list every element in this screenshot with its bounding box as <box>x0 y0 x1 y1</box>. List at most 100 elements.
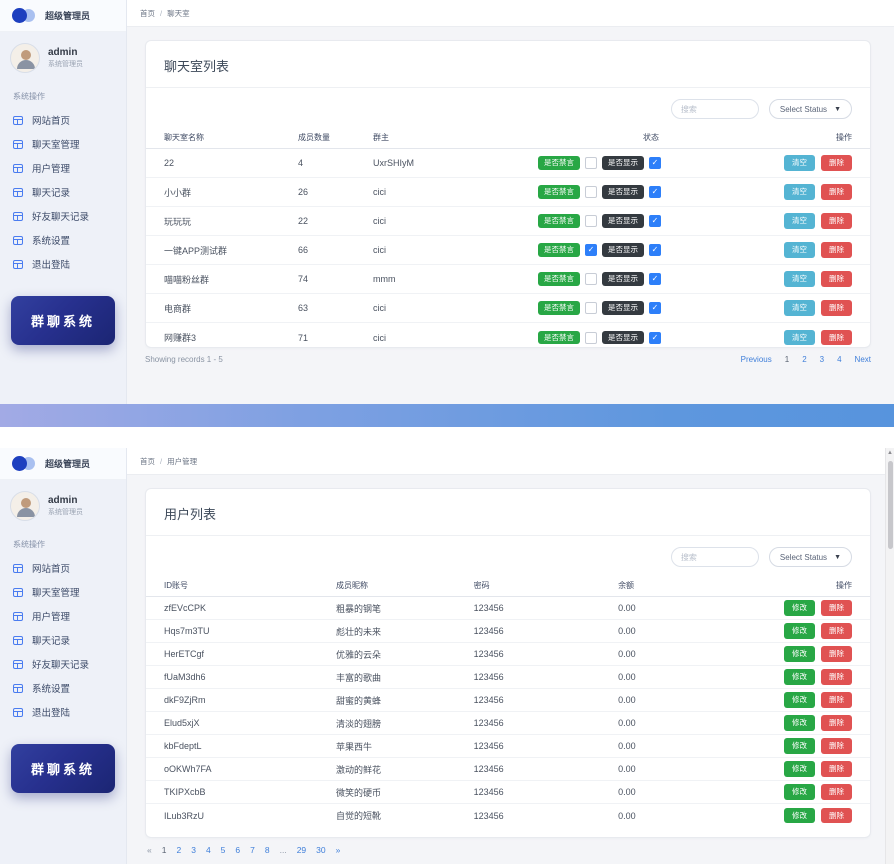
edit-button[interactable]: 修改 <box>784 669 815 685</box>
show-checkbox[interactable] <box>649 215 661 227</box>
page-7[interactable]: 7 <box>250 845 255 855</box>
mute-checkbox[interactable] <box>585 332 597 344</box>
clear-button[interactable]: 清空 <box>784 271 815 287</box>
edit-button[interactable]: 修改 <box>784 761 815 777</box>
delete-button[interactable]: 删除 <box>821 715 852 731</box>
show-checkbox[interactable] <box>649 273 661 285</box>
sidebar-item-user-mgmt[interactable]: 用户管理 <box>0 604 126 628</box>
show-badge: 是否显示 <box>602 331 644 345</box>
page-last[interactable]: » <box>336 845 341 855</box>
mute-checkbox[interactable] <box>585 302 597 314</box>
search-input[interactable] <box>671 99 759 119</box>
clear-button[interactable]: 清空 <box>784 184 815 200</box>
page-next[interactable]: Next <box>855 355 871 364</box>
breadcrumb-home[interactable]: 首页 <box>140 8 155 19</box>
mute-badge: 是否禁言 <box>538 272 580 286</box>
page-previous[interactable]: Previous <box>741 355 772 364</box>
edit-button[interactable]: 修改 <box>784 623 815 639</box>
edit-button[interactable]: 修改 <box>784 692 815 708</box>
sidebar-item-user-mgmt[interactable]: 用户管理 <box>0 156 126 180</box>
show-checkbox[interactable] <box>649 302 661 314</box>
room-name: 一键APP测试群 <box>164 244 298 257</box>
sidebar-item-logout[interactable]: 退出登陆 <box>0 252 126 276</box>
page-2[interactable]: 2 <box>802 355 806 364</box>
delete-button[interactable]: 删除 <box>821 692 852 708</box>
show-checkbox[interactable] <box>649 244 661 256</box>
sidebar-item-home[interactable]: 网站首页 <box>0 108 126 132</box>
page-3[interactable]: 3 <box>191 845 196 855</box>
room-owner: cici <box>373 187 538 197</box>
page-4[interactable]: 4 <box>206 845 211 855</box>
sidebar-item-friend-chat-records[interactable]: 好友聊天记录 <box>0 204 126 228</box>
show-checkbox[interactable] <box>649 332 661 344</box>
sidebar-item-chat-records[interactable]: 聊天记录 <box>0 180 126 204</box>
breadcrumb-home[interactable]: 首页 <box>140 456 155 467</box>
edit-button[interactable]: 修改 <box>784 808 815 824</box>
delete-button[interactable]: 删除 <box>821 213 852 229</box>
delete-button[interactable]: 删除 <box>821 808 852 824</box>
clear-button[interactable]: 清空 <box>784 300 815 316</box>
status-filter-select[interactable]: Select Status ▼ <box>769 547 852 567</box>
mute-checkbox[interactable] <box>585 157 597 169</box>
edit-button[interactable]: 修改 <box>784 600 815 616</box>
scrollbar[interactable]: ▲ <box>885 448 894 864</box>
sidebar-item-chatroom-mgmt[interactable]: 聊天室管理 <box>0 580 126 604</box>
page-5[interactable]: 5 <box>221 845 226 855</box>
sidebar-item-logout[interactable]: 退出登陆 <box>0 700 126 724</box>
page-8[interactable]: 8 <box>265 845 270 855</box>
edit-button[interactable]: 修改 <box>784 784 815 800</box>
clear-button[interactable]: 清空 <box>784 213 815 229</box>
search-input[interactable] <box>671 547 759 567</box>
delete-button[interactable]: 删除 <box>821 271 852 287</box>
page-3[interactable]: 3 <box>820 355 824 364</box>
scrollbar-thumb[interactable] <box>888 461 893 549</box>
delete-button[interactable]: 删除 <box>821 184 852 200</box>
sidebar-item-settings[interactable]: 系统设置 <box>0 228 126 252</box>
member-count: 63 <box>298 303 373 313</box>
mute-checkbox[interactable] <box>585 186 597 198</box>
page-6[interactable]: 6 <box>235 845 240 855</box>
page-1[interactable]: 1 <box>162 845 167 855</box>
show-checkbox[interactable] <box>649 157 661 169</box>
clear-button[interactable]: 清空 <box>784 155 815 171</box>
sidebar-item-home[interactable]: 网站首页 <box>0 556 126 580</box>
edit-button[interactable]: 修改 <box>784 715 815 731</box>
page-first[interactable]: « <box>147 845 152 855</box>
clear-button[interactable]: 清空 <box>784 242 815 258</box>
delete-button[interactable]: 删除 <box>821 738 852 754</box>
scroll-up-icon[interactable]: ▲ <box>886 450 894 456</box>
status-filter-select[interactable]: Select Status ▼ <box>769 99 852 119</box>
member-count: 26 <box>298 187 373 197</box>
edit-button[interactable]: 修改 <box>784 646 815 662</box>
chatroom-list-card: 聊天室列表 Select Status ▼ 聊天室名称 成员数量 群主 状态 操… <box>145 40 871 348</box>
sidebar-item-chat-records[interactable]: 聊天记录 <box>0 628 126 652</box>
delete-button[interactable]: 删除 <box>821 330 852 346</box>
delete-button[interactable]: 删除 <box>821 155 852 171</box>
page-29[interactable]: 29 <box>297 845 306 855</box>
page-30[interactable]: 30 <box>316 845 325 855</box>
window-icon <box>13 708 23 717</box>
page-1[interactable]: 1 <box>785 355 789 364</box>
delete-button[interactable]: 删除 <box>821 623 852 639</box>
delete-button[interactable]: 删除 <box>821 242 852 258</box>
sidebar-item-chatroom-mgmt[interactable]: 聊天室管理 <box>0 132 126 156</box>
show-checkbox[interactable] <box>649 186 661 198</box>
delete-button[interactable]: 删除 <box>821 600 852 616</box>
delete-button[interactable]: 删除 <box>821 300 852 316</box>
user-id: Hqs7m3TU <box>164 626 336 636</box>
sidebar-item-settings[interactable]: 系统设置 <box>0 676 126 700</box>
mute-checkbox[interactable] <box>585 273 597 285</box>
sidebar-item-friend-chat-records[interactable]: 好友聊天记录 <box>0 652 126 676</box>
delete-button[interactable]: 删除 <box>821 784 852 800</box>
user-password: 123456 <box>474 603 618 613</box>
delete-button[interactable]: 删除 <box>821 669 852 685</box>
page-2[interactable]: 2 <box>176 845 181 855</box>
delete-button[interactable]: 删除 <box>821 761 852 777</box>
page-4[interactable]: 4 <box>837 355 841 364</box>
mute-checkbox[interactable] <box>585 215 597 227</box>
edit-button[interactable]: 修改 <box>784 738 815 754</box>
app-logo-icon <box>12 8 36 23</box>
clear-button[interactable]: 清空 <box>784 330 815 346</box>
mute-checkbox[interactable] <box>585 244 597 256</box>
delete-button[interactable]: 删除 <box>821 646 852 662</box>
